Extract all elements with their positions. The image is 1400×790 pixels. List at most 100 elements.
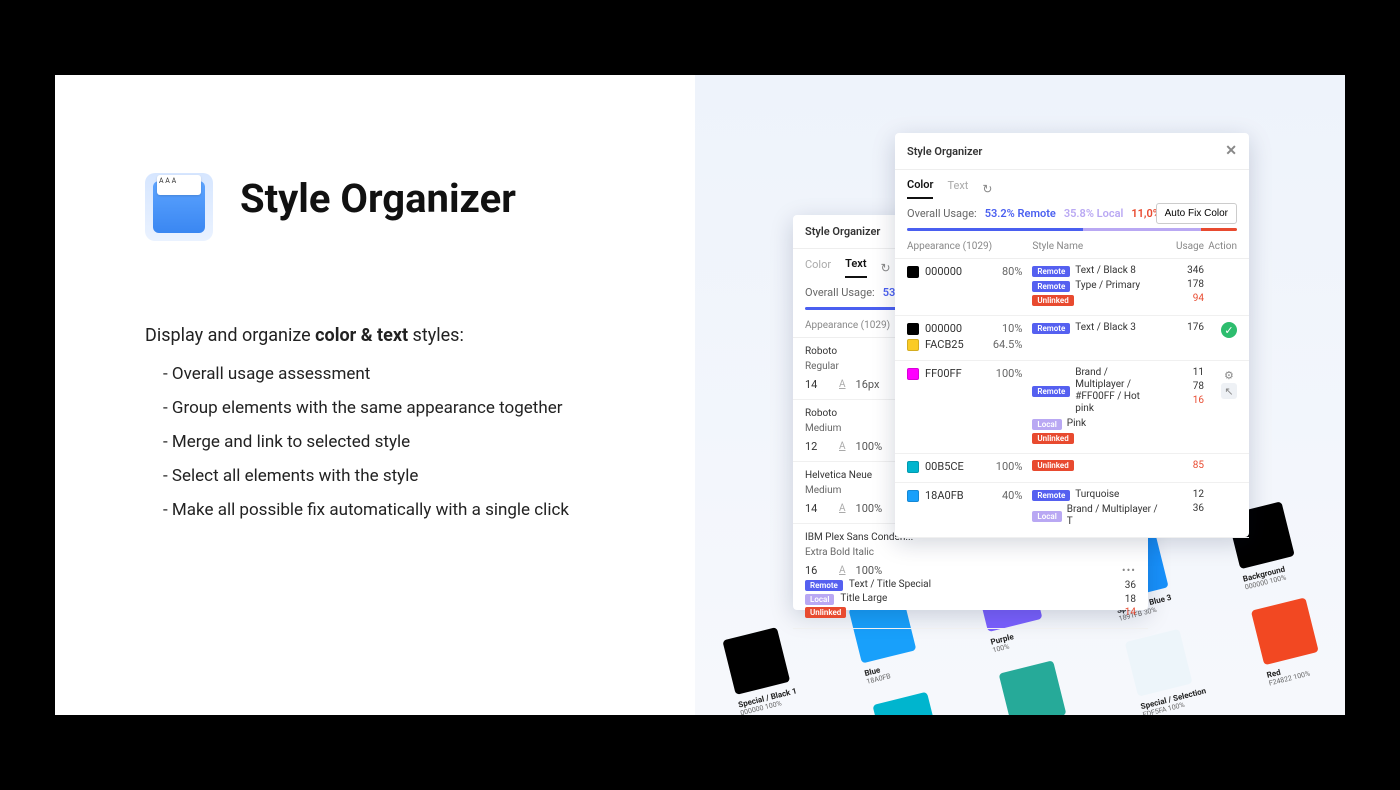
page-title: Style Organizer <box>240 175 516 222</box>
color-swatch <box>907 323 919 335</box>
refresh-icon[interactable]: ↻ <box>982 182 992 196</box>
close-icon[interactable]: ✕ <box>1225 143 1237 159</box>
percentage: 10% <box>1002 322 1032 335</box>
badge-local: Local <box>805 594 834 605</box>
color-row[interactable]: FF00FF 100% Remote Brand / Multiplayer / … <box>895 361 1249 454</box>
line-height: 100% <box>856 440 883 453</box>
usage-count: 14 <box>1110 607 1136 618</box>
badge-remote: Remote <box>1032 323 1070 334</box>
col-appearance: Appearance (1029) <box>805 320 890 331</box>
font-weight: Extra Bold Italic <box>805 547 1136 558</box>
color-row[interactable]: 000000 10% FACB25 64.5% Remote Text / Bla… <box>895 316 1249 361</box>
bullet-item: Make all possible fix automatically with… <box>163 500 655 520</box>
color-swatch <box>907 461 919 473</box>
badge-remote: Remote <box>1032 490 1070 501</box>
overall-local: 35.8% Local <box>1064 207 1124 220</box>
bullet-item: Select all elements with the style <box>163 466 655 486</box>
more-icon[interactable]: ••• <box>1122 564 1136 577</box>
cursor-icon[interactable]: ↖ <box>1221 383 1237 399</box>
usage-count: 16 <box>1158 395 1204 406</box>
col-usage: Usage <box>1158 241 1204 252</box>
color-row[interactable]: 00B5CE 100%Unlinked 85 <box>895 454 1249 483</box>
swatch-cell: Red F24822 100% <box>1251 589 1345 696</box>
hex-value: FACB25 <box>925 338 964 351</box>
color-swatch <box>907 266 919 278</box>
hex-value: 000000 <box>925 322 962 335</box>
line-height-icon: A <box>839 441 846 452</box>
hex-value: 00B5CE <box>925 460 964 473</box>
line-height-icon: A <box>839 379 846 390</box>
style-name: Text / Black 3 <box>1075 322 1136 334</box>
line-height: 16px <box>856 378 880 391</box>
overall-remote: 53.2% Remote <box>985 207 1056 220</box>
bullet-item: Merge and link to selected style <box>163 432 655 452</box>
badge-remote: Remote <box>1032 281 1070 292</box>
badge-local: Local <box>1032 419 1061 430</box>
badge-remote: Remote <box>1032 386 1070 397</box>
line-height: 100% <box>856 502 883 515</box>
font-size: 16 <box>805 564 829 577</box>
usage-count: 36 <box>1158 503 1204 514</box>
tab-color[interactable]: Color <box>805 258 831 277</box>
style-organizer-panel-color: Style Organizer ✕ Color Text ↻ Overall U… <box>895 133 1249 537</box>
swatch-cell: Special / Selection EDF5FA 100% <box>1125 621 1234 715</box>
swatch-cell: Special / Black 1 000000 100% <box>722 619 828 715</box>
color-swatch <box>907 339 919 351</box>
bullet-item: Group elements with the same appearance … <box>163 398 655 418</box>
auto-fix-color-button[interactable]: Auto Fix Color <box>1156 203 1237 224</box>
col-appearance: Appearance (1029) <box>907 241 1032 252</box>
overall-usage-label: Overall Usage: <box>805 286 875 299</box>
panel-title: Style Organizer <box>805 225 880 238</box>
percentage: 40% <box>1002 489 1032 502</box>
tab-text[interactable]: Text <box>845 257 866 278</box>
font-size: 14 <box>805 502 829 515</box>
style-name: Brand / Multiplayer / T <box>1067 504 1158 528</box>
percentage: 64.5% <box>993 338 1033 351</box>
style-name: Brand / Multiplayer / #FF00FF / Hot pink <box>1075 367 1158 415</box>
line-height-icon: A <box>839 565 846 576</box>
app-icon <box>145 173 213 241</box>
color-swatch <box>907 490 919 502</box>
color-row[interactable]: 18A0FB 40%Remote TurquoiseLocal Brand / … <box>895 483 1249 538</box>
badge-unlinked: Unlinked <box>1032 460 1073 471</box>
usage-count: 178 <box>1158 279 1204 290</box>
color-row[interactable]: 000000 80%Remote Text / Black 8Remote Ty… <box>895 259 1249 316</box>
badge-unlinked: Unlinked <box>1032 433 1073 444</box>
style-name: Type / Primary <box>1075 280 1140 292</box>
badge-local: Local <box>1032 511 1061 522</box>
tab-color[interactable]: Color <box>907 178 933 199</box>
usage-count: 346 <box>1158 265 1204 276</box>
hex-value: 000000 <box>925 265 962 278</box>
style-name: Text / Title Special <box>849 579 1104 591</box>
line-height-icon: A <box>839 503 846 514</box>
col-action: Action <box>1204 241 1237 252</box>
intro-bold: color & text <box>315 325 408 346</box>
hex-value: FF00FF <box>925 367 962 380</box>
usage-count: 11 <box>1158 367 1204 378</box>
hex-value: 18A0FB <box>925 489 964 502</box>
font-size: 12 <box>805 440 829 453</box>
overall-usage-label: Overall Usage: <box>907 207 977 220</box>
badge-remote: Remote <box>805 580 843 591</box>
style-name: Title Large <box>840 593 1104 605</box>
percentage: 80% <box>1002 265 1032 278</box>
gear-icon[interactable]: ⚙ <box>1221 367 1237 383</box>
description: Display and organize color & text styles… <box>145 325 655 520</box>
style-name: Pink <box>1067 418 1086 430</box>
badge-unlinked: Unlinked <box>805 607 846 618</box>
usage-count: 36 <box>1110 580 1136 591</box>
tab-text[interactable]: Text <box>947 179 968 198</box>
text-style-row[interactable]: IBM Plex Sans Conden... Extra Bold Itali… <box>793 524 1148 629</box>
bullet-item: Overall usage assessment <box>163 364 655 384</box>
check-icon[interactable]: ✓ <box>1221 322 1237 338</box>
usage-count: 12 <box>1158 489 1204 500</box>
refresh-icon[interactable]: ↻ <box>881 261 891 275</box>
badge-remote: Remote <box>1032 266 1070 277</box>
intro-suffix: styles: <box>408 325 464 346</box>
percentage: 100% <box>996 460 1033 473</box>
usage-count: 94 <box>1158 293 1204 304</box>
line-height: 100% <box>856 564 883 577</box>
percentage: 100% <box>996 367 1033 380</box>
swatch-cell: layer / T 00B5CE 100% <box>872 683 981 715</box>
color-swatch <box>907 368 919 380</box>
